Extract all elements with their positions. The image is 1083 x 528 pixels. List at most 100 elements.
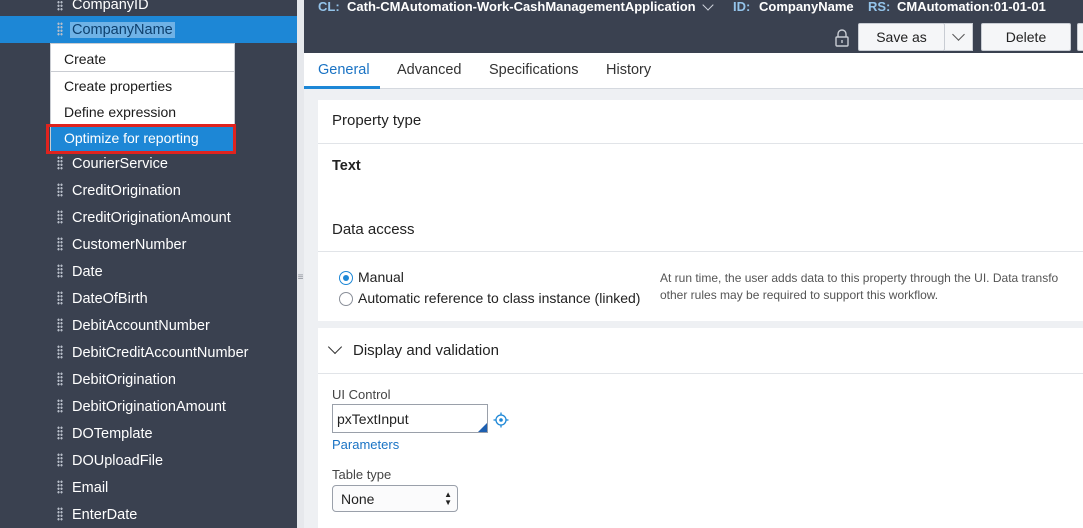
autocomplete-indicator-icon <box>478 423 487 432</box>
sidebar-item-label: DateOfBirth <box>72 290 148 307</box>
drag-handle-icon[interactable] <box>57 22 63 36</box>
chevron-down-icon[interactable] <box>702 0 714 11</box>
menu-divider <box>51 71 234 72</box>
table-type-label: Table type <box>332 467 392 482</box>
chevron-down-icon <box>952 28 965 41</box>
panel-title: Data access <box>332 221 415 238</box>
drag-handle-icon[interactable] <box>57 318 63 332</box>
sidebar-item-email[interactable]: Email <box>0 474 297 501</box>
save-as-button[interactable]: Save as <box>858 23 945 51</box>
data-access-help-line-2: other rules may be required to support t… <box>660 288 939 302</box>
data-access-panel: Data access Manual Automatic reference t… <box>318 208 1083 321</box>
tab-bar: General Advanced Specifications History <box>304 53 1083 89</box>
sidebar-item-label: DebitOriginationAmount <box>72 398 226 415</box>
more-button[interactable] <box>1077 23 1083 51</box>
save-as-dropdown[interactable] <box>944 23 973 51</box>
ui-control-label: UI Control <box>332 387 391 402</box>
select-arrows-icon: ▲ ▼ <box>444 490 452 507</box>
sidebar-item-creditorigination[interactable]: CreditOrigination <box>0 177 297 204</box>
menu-item-create-properties[interactable]: Create properties <box>51 73 234 99</box>
sidebar-item-label: DebitCreditAccountNumber <box>72 344 249 361</box>
ui-control-value: pxTextInput <box>337 410 409 427</box>
radio-manual[interactable] <box>339 271 353 285</box>
property-explorer-sidebar: CompanyID CompanyName CourierService Cre… <box>0 0 297 528</box>
chevron-down-icon[interactable] <box>327 339 343 355</box>
drag-handle-icon[interactable] <box>57 345 63 359</box>
sidebar-item-label: CreditOriginationAmount <box>72 209 231 226</box>
drag-handle-icon[interactable] <box>57 453 63 467</box>
sidebar-item-companyname[interactable]: CompanyName <box>0 16 297 43</box>
active-tab-indicator <box>304 86 380 89</box>
delete-button[interactable]: Delete <box>981 23 1071 51</box>
sidebar-item-customernumber[interactable]: CustomerNumber <box>0 231 297 258</box>
sidebar-item-enterdate[interactable]: EnterDate <box>0 501 297 528</box>
drag-handle-icon[interactable] <box>57 183 63 197</box>
sidebar-item-debitoriginationamount[interactable]: DebitOriginationAmount <box>0 393 297 420</box>
drag-handle-icon[interactable] <box>57 0 63 11</box>
sidebar-item-label: CreditOrigination <box>72 182 181 199</box>
sidebar-item-debitorigination[interactable]: DebitOrigination <box>0 366 297 393</box>
panel-title[interactable]: Display and validation <box>353 342 499 359</box>
drag-handle-icon[interactable] <box>57 480 63 494</box>
radio-automatic-reference-label[interactable]: Automatic reference to class instance (l… <box>358 290 640 306</box>
sidebar-item-label: DebitOrigination <box>72 371 176 388</box>
drag-handle-icon[interactable] <box>57 210 63 224</box>
tab-history[interactable]: History <box>606 62 651 78</box>
sidebar-item-label: CompanyID <box>72 0 149 13</box>
drag-handle-icon[interactable] <box>57 399 63 413</box>
sidebar-item-label: EnterDate <box>72 506 138 523</box>
target-icon[interactable] <box>493 412 509 428</box>
drag-handle-icon[interactable] <box>57 291 63 305</box>
property-type-value: Text <box>332 158 361 174</box>
highlight-outline <box>46 124 236 154</box>
menu-item-define-expression[interactable]: Define expression <box>51 99 234 125</box>
tab-general[interactable]: General <box>318 62 370 78</box>
menu-item-create[interactable]: Create <box>51 46 234 72</box>
ui-control-input[interactable]: pxTextInput <box>332 404 488 433</box>
sidebar-item-debitcreditaccountnumber[interactable]: DebitCreditAccountNumber <box>0 339 297 366</box>
sidebar-item-date[interactable]: Date <box>0 258 297 285</box>
sidebar-item-dotemplate[interactable]: DOTemplate <box>0 420 297 447</box>
sidebar-item-label: DOUploadFile <box>72 452 164 469</box>
sidebar-item-label: DebitAccountNumber <box>72 317 210 334</box>
sidebar-item-label: Date <box>72 263 103 280</box>
table-type-value: None <box>341 490 375 507</box>
sidebar-item-courierservice[interactable]: CourierService <box>0 150 297 177</box>
panel-splitter[interactable] <box>297 0 304 528</box>
panel-title: Property type <box>332 112 422 129</box>
sidebar-item-debitaccountnumber[interactable]: DebitAccountNumber <box>0 312 297 339</box>
parameters-link[interactable]: Parameters <box>332 437 399 452</box>
id-key: ID: <box>733 0 751 14</box>
drag-handle-icon[interactable] <box>57 237 63 251</box>
rule-form: General Advanced Specifications History … <box>304 53 1083 528</box>
sidebar-item-label: CompanyName <box>70 21 175 38</box>
sidebar-item-douploadfile[interactable]: DOUploadFile <box>0 447 297 474</box>
panel-header[interactable]: Display and validation <box>318 328 1083 374</box>
splitter-grip-icon[interactable]: ≡ <box>297 273 304 284</box>
ruleset-key: RS: <box>868 0 891 14</box>
id-value: CompanyName <box>759 0 854 14</box>
class-value[interactable]: Cath-CMAutomation-Work-CashManagementApp… <box>347 0 696 14</box>
drag-handle-icon[interactable] <box>57 426 63 440</box>
class-key: CL: <box>318 0 340 14</box>
panel-header: Data access <box>318 208 1083 252</box>
radio-automatic-reference[interactable] <box>339 292 353 306</box>
sidebar-item-label: DOTemplate <box>72 425 153 442</box>
table-type-select[interactable]: None ▲ ▼ <box>332 485 458 512</box>
sidebar-item-creditoriginationamount[interactable]: CreditOriginationAmount <box>0 204 297 231</box>
tab-specifications[interactable]: Specifications <box>489 62 578 78</box>
display-validation-panel: Display and validation UI Control pxText… <box>318 328 1083 528</box>
radio-manual-label[interactable]: Manual <box>358 269 404 285</box>
tab-advanced[interactable]: Advanced <box>397 62 462 78</box>
sidebar-item-label: Email <box>72 479 109 496</box>
data-access-help-line-1: At run time, the user adds data to this … <box>660 271 1059 285</box>
sidebar-item-dateofbirth[interactable]: DateOfBirth <box>0 285 297 312</box>
drag-handle-icon[interactable] <box>57 264 63 278</box>
drag-handle-icon[interactable] <box>57 507 63 521</box>
drag-handle-icon[interactable] <box>57 372 63 386</box>
panel-header: Property type <box>318 100 1083 144</box>
ruleset-value: CMAutomation:01-01-01 <box>897 0 1046 14</box>
drag-handle-icon[interactable] <box>57 156 63 170</box>
sidebar-item-label: CustomerNumber <box>72 236 187 253</box>
sidebar-item-label: CourierService <box>72 155 168 172</box>
